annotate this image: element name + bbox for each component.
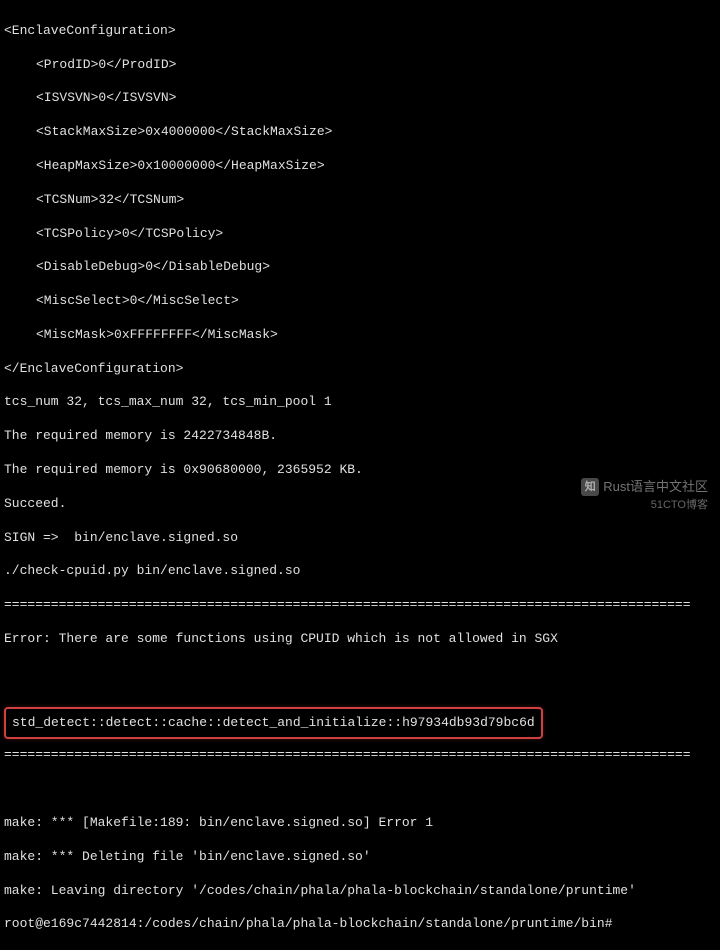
make-leaving: make: Leaving directory '/codes/chain/ph…	[4, 883, 716, 900]
succeed-line: Succeed.	[4, 496, 716, 513]
highlighted-function: std_detect::detect::cache::detect_and_in…	[12, 715, 535, 730]
divider-top: ========================================…	[4, 597, 716, 614]
tcs-info: tcs_num 32, tcs_max_num 32, tcs_min_pool…	[4, 394, 716, 411]
xml-tcsnum: <TCSNum>32</TCSNum>	[4, 192, 716, 209]
xml-prodid: <ProdID>0</ProdID>	[4, 57, 716, 74]
blank-line	[4, 665, 716, 682]
xml-open: <EnclaveConfiguration>	[4, 23, 716, 40]
watermark-overlay: 知 Rust语言中文社区	[581, 478, 708, 496]
xml-stackmax: <StackMaxSize>0x4000000</StackMaxSize>	[4, 124, 716, 141]
xml-close: </EnclaveConfiguration>	[4, 361, 716, 378]
memory-line-1: The required memory is 2422734848B.	[4, 428, 716, 445]
zhihu-icon: 知	[581, 478, 599, 496]
highlighted-error-box: std_detect::detect::cache::detect_and_in…	[4, 707, 543, 740]
xml-heapmax: <HeapMaxSize>0x10000000</HeapMaxSize>	[4, 158, 716, 175]
watermark-text: Rust语言中文社区	[603, 479, 708, 496]
check-cpuid-line: ./check-cpuid.py bin/enclave.signed.so	[4, 563, 716, 580]
xml-tcspolicy: <TCSPolicy>0</TCSPolicy>	[4, 226, 716, 243]
xml-isvsvn: <ISVSVN>0</ISVSVN>	[4, 90, 716, 107]
shell-prompt[interactable]: root@e169c7442814:/codes/chain/phala/pha…	[4, 916, 716, 933]
error-message: Error: There are some functions using CP…	[4, 631, 716, 648]
memory-line-2: The required memory is 0x90680000, 23659…	[4, 462, 716, 479]
divider-bottom: ========================================…	[4, 747, 716, 764]
xml-disabledebug: <DisableDebug>0</DisableDebug>	[4, 259, 716, 276]
sign-line: SIGN => bin/enclave.signed.so	[4, 530, 716, 547]
blank-line-2	[4, 781, 716, 798]
make-error-1: make: *** [Makefile:189: bin/enclave.sig…	[4, 815, 716, 832]
watermark-sub: 51CTO博客	[651, 498, 708, 512]
xml-miscmask: <MiscMask>0xFFFFFFFF</MiscMask>	[4, 327, 716, 344]
make-error-2: make: *** Deleting file 'bin/enclave.sig…	[4, 849, 716, 866]
xml-miscselect: <MiscSelect>0</MiscSelect>	[4, 293, 716, 310]
